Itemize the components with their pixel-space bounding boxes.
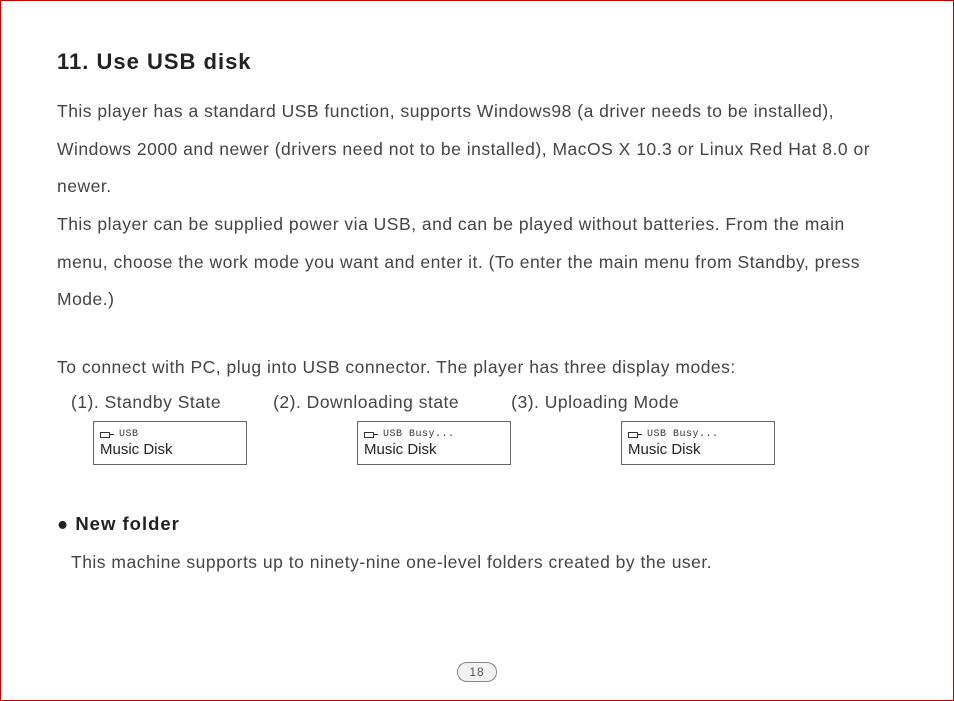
page-number-badge: 18 — [457, 662, 497, 682]
display-bottom-3: Music Disk — [628, 441, 768, 458]
mode-label-1: (1). Standby State — [71, 392, 221, 413]
display-top-text-1: USB — [119, 429, 139, 440]
display-box-downloading: USB Busy... Music Disk — [357, 421, 511, 465]
mode-label-2: (2). Downloading state — [273, 392, 459, 413]
paragraph-2: This player can be supplied power via US… — [57, 206, 897, 319]
manual-page: 11. Use USB disk This player has a stand… — [0, 0, 954, 701]
usb-icon — [100, 431, 116, 439]
section-title: 11. Use USB disk — [57, 49, 897, 75]
usb-icon — [364, 431, 380, 439]
display-top-3: USB Busy... — [628, 429, 768, 440]
paragraph-3: To connect with PC, plug into USB connec… — [57, 349, 897, 387]
displays-row: USB Music Disk USB Busy... Music Disk US… — [93, 421, 897, 465]
mode-label-3: (3). Uploading Mode — [511, 392, 679, 413]
usb-icon — [628, 431, 644, 439]
display-bottom-2: Music Disk — [364, 441, 504, 458]
display-top-2: USB Busy... — [364, 429, 504, 440]
display-bottom-1: Music Disk — [100, 441, 240, 458]
display-top-1: USB — [100, 429, 240, 440]
display-top-text-2: USB Busy... — [383, 429, 455, 440]
modes-labels-row: (1). Standby State (2). Downloading stat… — [71, 392, 897, 413]
paragraph-1: This player has a standard USB function,… — [57, 93, 897, 206]
display-top-text-3: USB Busy... — [647, 429, 719, 440]
display-box-uploading: USB Busy... Music Disk — [621, 421, 775, 465]
new-folder-text: This machine supports up to ninety-nine … — [71, 545, 897, 580]
display-box-standby: USB Music Disk — [93, 421, 247, 465]
new-folder-heading: ● New folder — [57, 513, 897, 535]
